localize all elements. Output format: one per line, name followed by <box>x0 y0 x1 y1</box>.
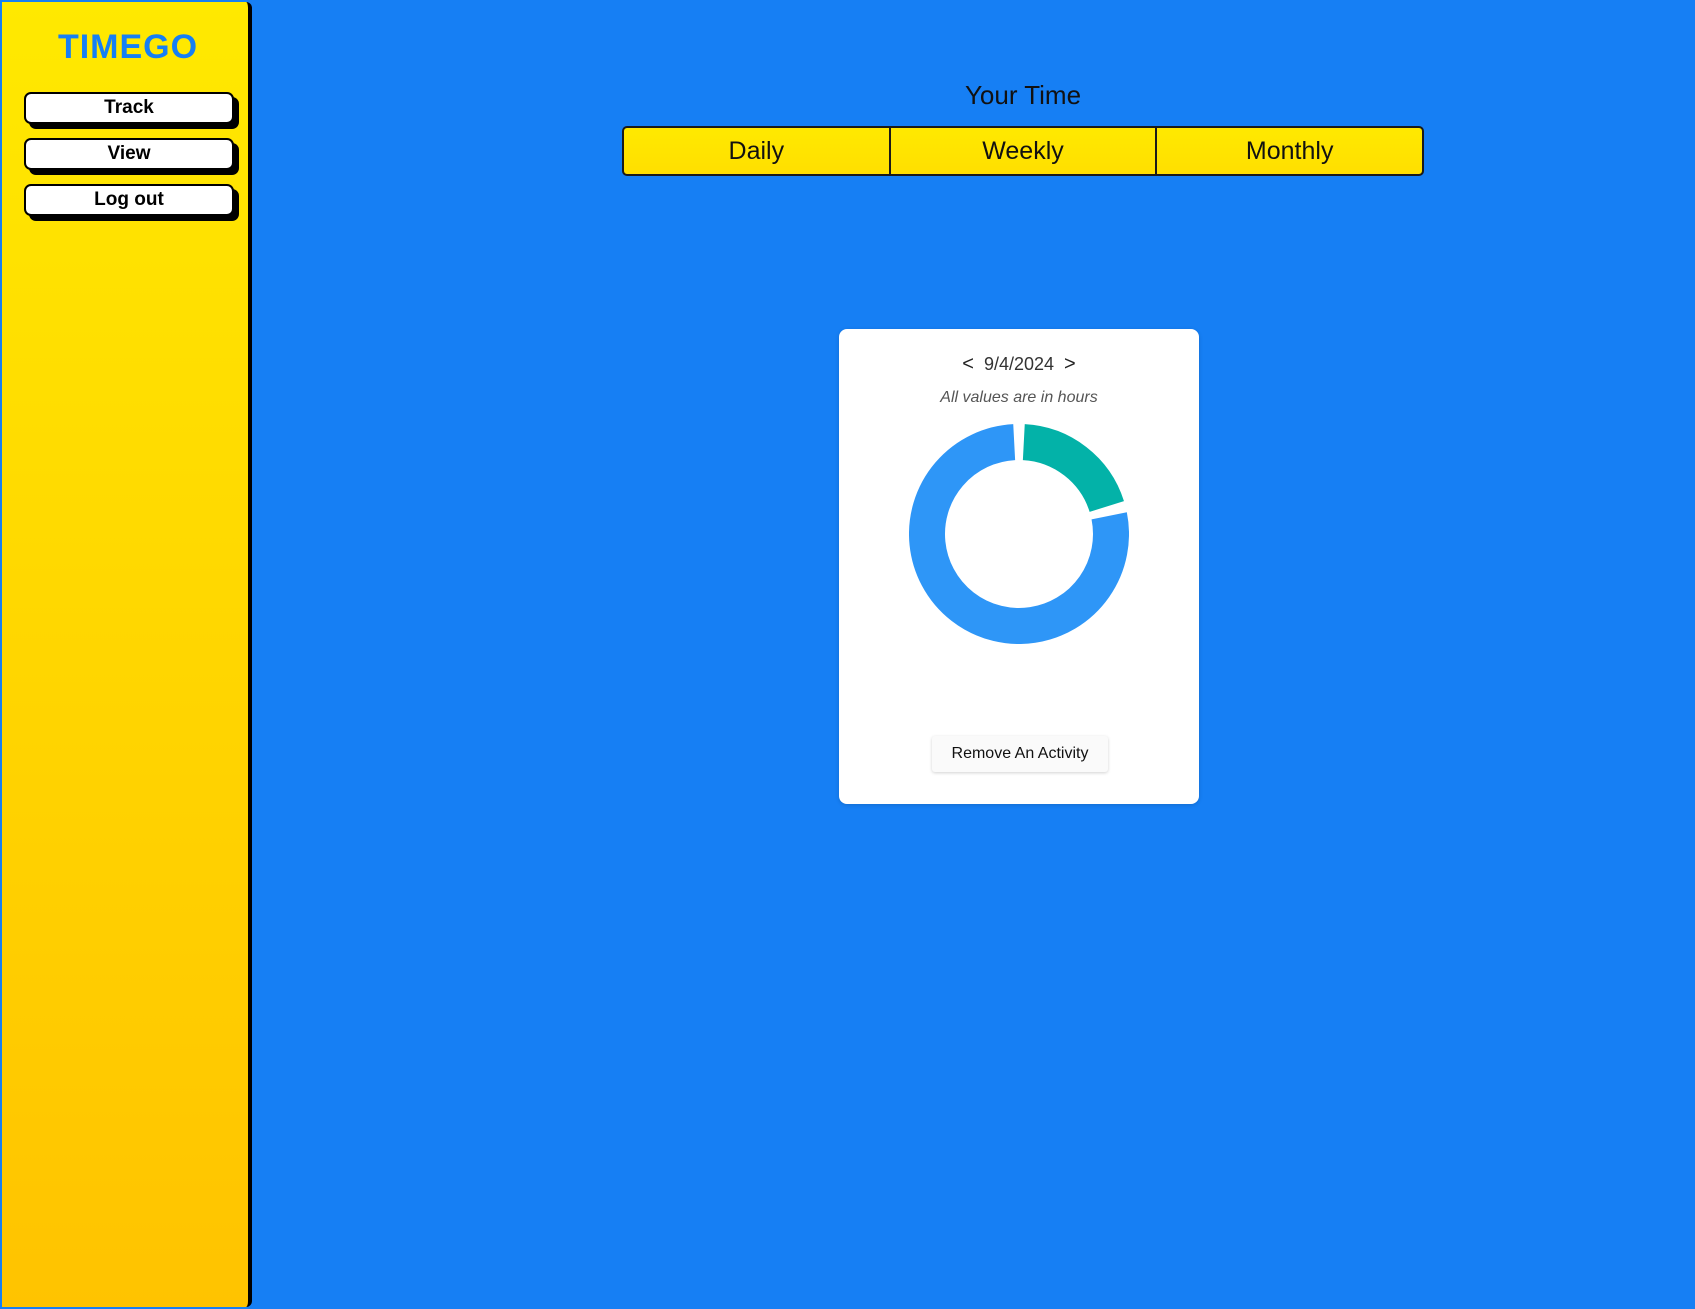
app-frame: TIMEGO Track View Log out Your Time Dail… <box>0 0 1695 1309</box>
track-button-label: Track <box>104 97 154 118</box>
previous-day-button[interactable]: < <box>952 353 984 376</box>
logout-button-label: Log out <box>94 189 164 210</box>
remove-activity-button[interactable]: Remove An Activity <box>932 736 1108 772</box>
tab-monthly[interactable]: Monthly <box>1155 128 1422 174</box>
units-note: All values are in hours <box>940 389 1098 406</box>
current-date: 9/4/2024 <box>983 354 1055 374</box>
tab-monthly-label: Monthly <box>1245 136 1334 165</box>
donut-slice-0[interactable] <box>1022 424 1124 513</box>
next-day-button[interactable]: > <box>1054 353 1086 376</box>
remove-activity-label: Remove An Activity <box>951 745 1089 762</box>
daily-summary-card: < 9/4/2024 > All values are in hours Rem… <box>839 329 1199 804</box>
date-navigator: < 9/4/2024 > <box>839 353 1199 376</box>
page-title: Your Time <box>964 80 1082 110</box>
logout-button[interactable]: Log out <box>24 184 234 216</box>
tab-daily[interactable]: Daily <box>624 128 889 174</box>
svg-text:TIMEGO: TIMEGO <box>58 28 198 66</box>
period-tabs: Daily Weekly Monthly <box>622 126 1424 176</box>
view-button-label: View <box>107 143 151 164</box>
activity-donut-chart <box>909 424 1129 644</box>
view-button[interactable]: View <box>24 138 234 170</box>
sidebar: TIMEGO Track View Log out <box>2 2 252 1307</box>
track-button[interactable]: Track <box>24 92 234 124</box>
timego-logo: TIMEGO <box>58 28 198 66</box>
tab-weekly[interactable]: Weekly <box>888 128 1156 174</box>
tab-weekly-label: Weekly <box>982 136 1064 165</box>
tab-daily-label: Daily <box>728 136 785 165</box>
